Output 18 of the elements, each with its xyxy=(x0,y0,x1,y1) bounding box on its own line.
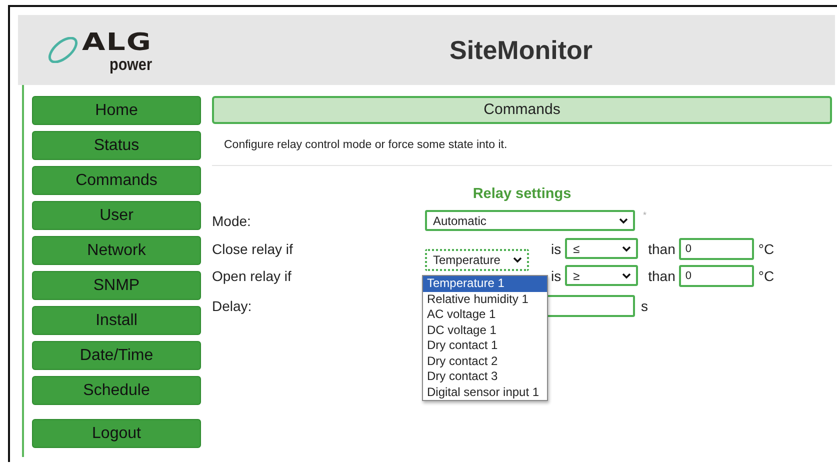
logo-tagline: power xyxy=(109,56,152,72)
field-label: Open relay if xyxy=(212,268,292,284)
than-label: than xyxy=(648,240,676,256)
unit-label: °C xyxy=(758,240,774,256)
unit-label: °C xyxy=(758,268,774,284)
section-title: Relay settings xyxy=(472,186,572,202)
note-mark: * xyxy=(643,210,647,220)
panel-title: Commands xyxy=(212,96,832,124)
logo-text: ALG xyxy=(82,30,152,54)
field-label: Close relay if xyxy=(212,240,294,256)
is-label: is xyxy=(551,240,562,256)
unit-label: s xyxy=(641,298,648,314)
app-title: SiteMonitor xyxy=(448,34,594,66)
field-label: Mode: xyxy=(212,212,252,228)
field-label: Delay: xyxy=(212,298,253,314)
is-label: is xyxy=(551,268,562,284)
description-text: Configure relay control mode or force some state into it. xyxy=(224,139,508,151)
than-label: than xyxy=(648,268,676,284)
